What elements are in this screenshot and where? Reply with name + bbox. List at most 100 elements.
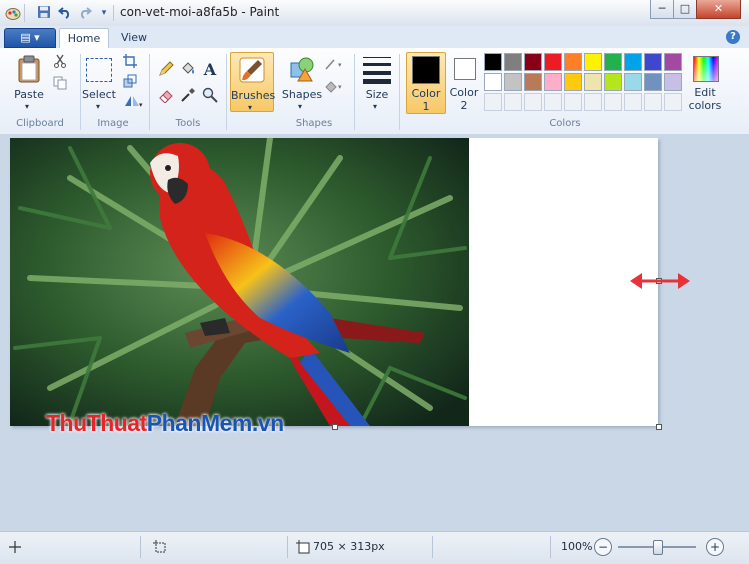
zoom-out-button[interactable]: − xyxy=(594,538,612,556)
paint-menu-button[interactable]: ▤ ▾ xyxy=(4,28,56,48)
line-thin xyxy=(363,57,391,58)
palette-swatch[interactable] xyxy=(644,93,662,111)
palette-swatch[interactable] xyxy=(604,73,622,91)
palette-swatch[interactable] xyxy=(584,53,602,71)
resize-handle-bottom[interactable] xyxy=(332,424,338,430)
palette-swatch[interactable] xyxy=(484,73,502,91)
palette-swatch[interactable] xyxy=(544,53,562,71)
redo-icon[interactable] xyxy=(77,5,93,21)
edit-colors-button[interactable]: Edit colors xyxy=(688,52,722,112)
palette-swatch[interactable] xyxy=(664,73,682,91)
color2-label-line1: Color xyxy=(449,86,479,99)
zoom-slider-thumb[interactable] xyxy=(653,540,663,555)
size-button[interactable]: Size ▾ xyxy=(360,52,394,111)
tab-view[interactable]: View xyxy=(112,28,156,48)
line-thick xyxy=(363,71,391,75)
palette-swatch[interactable] xyxy=(544,93,562,111)
palette-swatch[interactable] xyxy=(584,93,602,111)
palette-swatch[interactable] xyxy=(664,53,682,71)
svg-text:▾: ▾ xyxy=(139,101,143,108)
edit-colors-label-line1: Edit xyxy=(694,86,716,99)
palette-swatch[interactable] xyxy=(524,73,542,91)
help-icon[interactable]: ? xyxy=(726,30,740,44)
tab-home[interactable]: Home xyxy=(59,28,109,49)
select-button[interactable]: Select ▾ xyxy=(82,52,116,112)
minimize-button[interactable]: ─ xyxy=(650,0,674,19)
color-picker-icon[interactable] xyxy=(179,86,197,104)
fill-icon[interactable] xyxy=(179,60,197,78)
palette-swatch[interactable] xyxy=(544,73,562,91)
window-title: con-vet-moi-a8fa5b - Paint xyxy=(120,5,280,19)
palette-swatch[interactable] xyxy=(564,53,582,71)
text-icon[interactable]: A xyxy=(201,60,219,79)
shapes-label: Shapes xyxy=(281,88,323,101)
palette-swatch[interactable] xyxy=(644,53,662,71)
group-divider xyxy=(226,54,227,130)
title-bar: ▾ con-vet-moi-a8fa5b - Paint ─ □ ✕ xyxy=(0,0,749,27)
palette-swatch[interactable] xyxy=(564,73,582,91)
brushes-button[interactable]: Brushes ▾ xyxy=(230,52,276,112)
copy-icon[interactable] xyxy=(52,75,68,91)
palette-swatch[interactable] xyxy=(664,93,682,111)
crop-icon[interactable] xyxy=(122,53,138,69)
color2-button[interactable]: Color 2 xyxy=(446,52,482,112)
image-size-icon xyxy=(295,539,311,555)
resize-handle-corner[interactable] xyxy=(656,424,662,430)
brushes-label: Brushes xyxy=(231,89,276,102)
chevron-down-icon: ▾ xyxy=(373,102,378,111)
palette-swatch[interactable] xyxy=(484,93,502,111)
palette-swatch[interactable] xyxy=(564,93,582,111)
colors-group-label: Colors xyxy=(549,118,581,129)
chevron-down-icon: ▾ xyxy=(248,103,253,112)
fill-shape-icon[interactable]: ▾ xyxy=(323,78,345,94)
palette-swatch[interactable] xyxy=(644,73,662,91)
pencil-icon[interactable] xyxy=(157,60,175,78)
close-button[interactable]: ✕ xyxy=(696,0,741,19)
color-palette xyxy=(484,53,686,115)
undo-icon[interactable] xyxy=(57,5,73,21)
palette-swatch[interactable] xyxy=(484,53,502,71)
svg-text:▾: ▾ xyxy=(338,61,342,69)
image-size-text: 705 × 313px xyxy=(313,540,385,553)
eraser-icon[interactable] xyxy=(157,86,175,104)
resize-icon[interactable] xyxy=(122,73,138,89)
magnifier-icon[interactable] xyxy=(201,86,219,104)
shapes-group-label: Shapes xyxy=(295,118,333,129)
palette-swatch[interactable] xyxy=(524,53,542,71)
selection-icon xyxy=(86,58,112,82)
rotate-icon[interactable]: ▾ xyxy=(122,93,144,109)
cursor-position-icon xyxy=(7,539,23,555)
palette-swatch[interactable] xyxy=(624,73,642,91)
palette-swatch[interactable] xyxy=(524,93,542,111)
status-divider xyxy=(550,536,551,558)
palette-swatch[interactable] xyxy=(604,53,622,71)
save-icon[interactable] xyxy=(36,5,52,21)
palette-swatch[interactable] xyxy=(624,93,642,111)
zoom-in-button[interactable]: + xyxy=(706,538,724,556)
color1-label-line2: 1 xyxy=(422,100,430,113)
shapes-icon xyxy=(288,54,316,84)
paint-app-icon[interactable] xyxy=(5,5,21,21)
palette-swatch[interactable] xyxy=(504,53,522,71)
cut-icon[interactable] xyxy=(52,53,68,69)
palette-swatch[interactable] xyxy=(624,53,642,71)
svg-text:▾: ▾ xyxy=(338,83,342,91)
zoom-slider[interactable] xyxy=(618,540,696,555)
customize-qa-icon[interactable]: ▾ xyxy=(96,5,112,21)
palette-swatch[interactable] xyxy=(504,93,522,111)
maximize-button[interactable]: □ xyxy=(673,0,697,19)
paste-button[interactable]: Paste ▾ xyxy=(8,52,50,111)
shapes-button[interactable]: Shapes ▾ xyxy=(281,52,323,111)
color1-button[interactable]: Color 1 xyxy=(406,52,446,114)
palette-swatch[interactable] xyxy=(504,73,522,91)
outline-icon[interactable]: ▾ xyxy=(323,56,345,72)
watermark-part-3: .vn xyxy=(251,410,284,436)
ribbon: Paste ▾ Clipboard Select ▾ ▾ Image A Too… xyxy=(0,48,749,135)
selection-size-icon xyxy=(152,539,168,555)
tools-group-label: Tools xyxy=(175,118,201,129)
palette-swatch[interactable] xyxy=(584,73,602,91)
chevron-down-icon: ▾ xyxy=(298,102,303,111)
palette-swatch[interactable] xyxy=(604,93,622,111)
zoom-percent: 100% xyxy=(561,540,593,553)
brush-icon xyxy=(238,55,266,85)
